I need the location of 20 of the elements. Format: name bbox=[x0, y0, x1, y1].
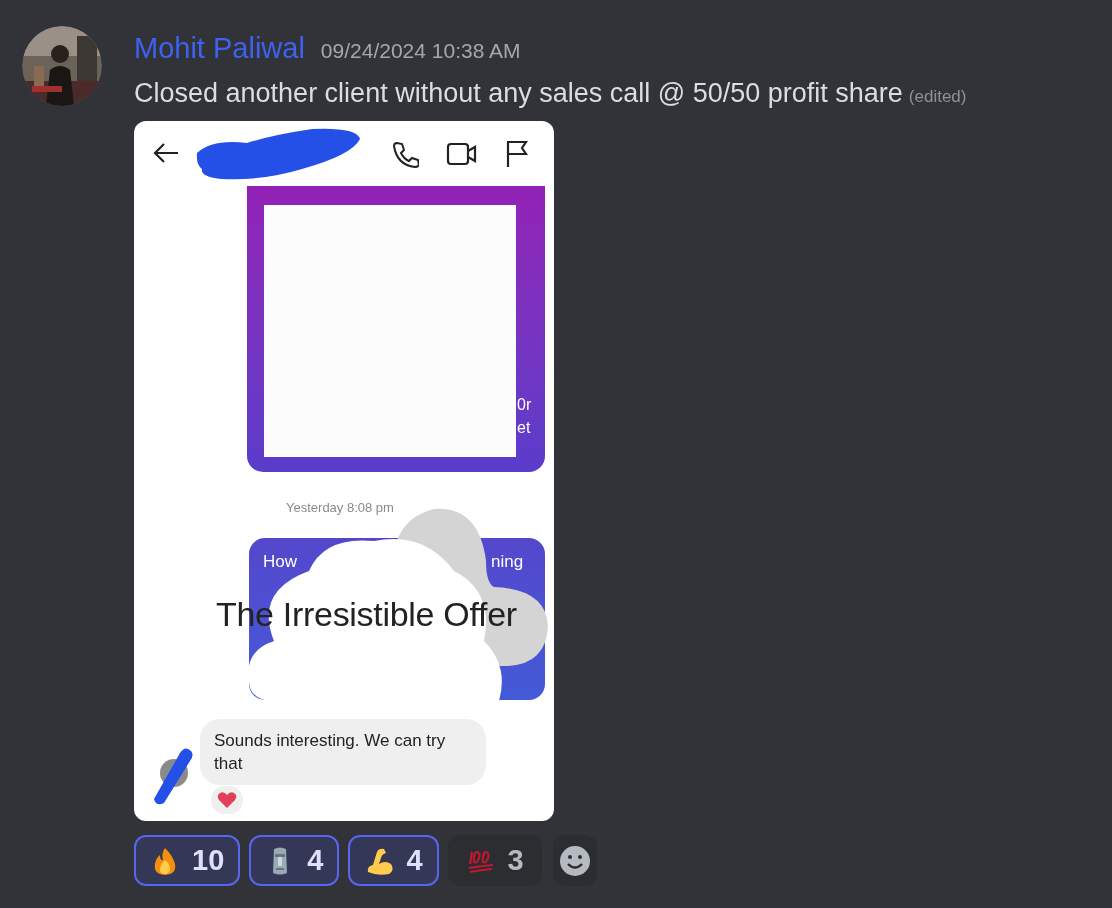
reaction-button[interactable]: 3 bbox=[447, 835, 542, 886]
add-reaction-button[interactable] bbox=[552, 835, 597, 886]
back-arrow-icon bbox=[152, 141, 180, 165]
reaction-button[interactable]: 4 bbox=[249, 835, 340, 886]
text-fragment: 0r bbox=[517, 395, 532, 415]
bubble-text: How bbox=[263, 551, 297, 573]
flag-icon bbox=[504, 140, 530, 168]
chat-timestamp: Yesterday 8:08 pm bbox=[286, 499, 394, 517]
heart-reaction-icon bbox=[211, 786, 243, 814]
phone-icon bbox=[391, 140, 419, 168]
reaction-button[interactable]: 10 bbox=[134, 835, 241, 886]
edited-label: (edited) bbox=[908, 85, 967, 108]
video-camera-icon bbox=[446, 141, 478, 167]
reaction-button[interactable]: 4 bbox=[348, 835, 439, 886]
timestamp: 09/24/2024 10:38 AM bbox=[320, 38, 521, 64]
reply-bubble: Sounds interesting. We can try that bbox=[200, 719, 486, 785]
bubble-text: ning bbox=[491, 551, 524, 573]
smiley-icon bbox=[558, 844, 591, 877]
text-fragment: et bbox=[517, 418, 531, 438]
message-text: Closed another client without any sales call @ 50/50 profit share bbox=[134, 76, 903, 110]
